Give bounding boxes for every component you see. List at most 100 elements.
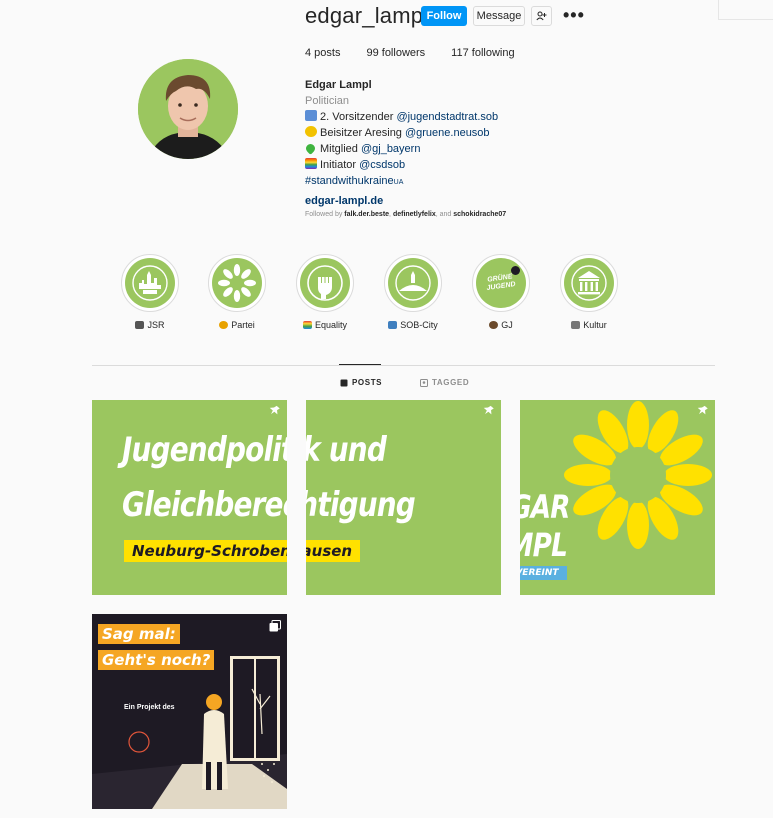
mention-link[interactable]: @jugendstadtrat.sob — [396, 111, 498, 123]
highlight-equality[interactable]: Equality — [285, 254, 365, 330]
full-name: Edgar Lampl — [305, 79, 372, 91]
tab-posts-label: POSTS — [352, 378, 383, 387]
highlight-label-text: SOB-City — [400, 320, 438, 330]
highlight-partei[interactable]: Partei — [197, 254, 277, 330]
mention-link[interactable]: @gruene.neusob — [405, 127, 490, 139]
post-banner: #ALLESVEREINT — [520, 566, 567, 580]
post-banner: Neuburg-Schrobenhausen — [124, 540, 287, 562]
grid-icon — [340, 379, 348, 386]
highlight-ring — [208, 254, 266, 312]
active-tab-indicator — [339, 364, 381, 365]
highlight-cover: GRÜNE JUGEND — [476, 258, 526, 308]
followed-by-prefix: Followed by — [305, 211, 345, 218]
post-tile[interactable]: Sag mal: Geht's noch? Ein Projekt des — [92, 614, 287, 809]
profile-stats: 4 posts 99 followers 117 following — [305, 47, 515, 59]
hashtag-suffix: UA — [393, 179, 404, 186]
post-headline: Sag mal: — [98, 624, 180, 644]
pin-icon — [269, 405, 280, 415]
highlight-ring — [121, 254, 179, 312]
message-button[interactable]: Message — [473, 6, 525, 26]
avatar-photo — [138, 59, 238, 159]
green-heart-icon — [304, 142, 317, 155]
rainbow-icon — [305, 158, 317, 169]
post-banner: Neuburg-Schrobenhausen — [306, 540, 361, 562]
sunflower-icon — [218, 264, 256, 302]
follow-button[interactable]: Follow — [421, 6, 467, 26]
raised-fist-icon — [307, 265, 343, 301]
highlight-ring: GRÜNE JUGEND — [472, 254, 530, 312]
highlight-label-text: GJ — [501, 320, 513, 330]
bio-line-1: 2. Vorsitzender @jugendstadtrat.sob — [305, 109, 625, 125]
website-link[interactable]: edgar-lampl.de — [305, 193, 625, 209]
post-tile[interactable]: Jugendpolitik und Gleichberechtigung Neu… — [92, 400, 287, 595]
post-headline: Gleichberechtigung — [306, 485, 416, 525]
mention-link[interactable]: @gj_bayern — [361, 143, 420, 155]
mention-link[interactable]: @csdsob — [359, 159, 405, 171]
highlight-cover — [125, 258, 175, 308]
suggested-accounts-button[interactable] — [531, 6, 552, 26]
sunflower-icon — [305, 126, 317, 137]
grid-gap — [287, 400, 306, 595]
highlight-sob-city[interactable]: SOB-City — [373, 254, 453, 330]
town-icon — [395, 265, 431, 301]
post-caption-small: Ein Projekt des — [124, 704, 175, 711]
tab-tagged[interactable]: TAGGED — [420, 378, 469, 387]
bio-text: Initiator — [320, 159, 360, 171]
highlight-label: Kultur — [549, 320, 629, 330]
tab-posts[interactable]: POSTS — [340, 378, 382, 387]
tab-tagged-label: TAGGED — [432, 378, 470, 387]
hashtag-link[interactable]: #standwithukraine — [305, 175, 394, 187]
follower-link[interactable]: schokidrache07 — [453, 211, 506, 218]
bio-text: Mitglied — [320, 143, 361, 155]
post-headline: Geht's noch? — [98, 650, 215, 670]
followers-link[interactable]: 99 followers — [366, 47, 425, 59]
highlight-cover — [388, 258, 438, 308]
highlight-jsr[interactable]: JSR — [110, 254, 190, 330]
building-emoji-icon — [135, 321, 145, 329]
bio-text: Beisitzer Aresing — [320, 127, 405, 139]
bio-line-2: Beisitzer Aresing @gruene.neusob — [305, 125, 625, 141]
grid-gap — [501, 400, 520, 595]
highlight-kultur[interactable]: Kultur — [549, 254, 629, 330]
gruene-jugend-logo-icon: GRÜNE JUGEND — [485, 273, 517, 293]
highlight-label: SOB-City — [373, 320, 453, 330]
highlight-label-text: Equality — [314, 320, 348, 330]
highlight-ring — [296, 254, 354, 312]
highlight-cover — [564, 258, 614, 308]
avatar[interactable] — [138, 59, 238, 159]
pin-icon — [697, 405, 708, 415]
following-link[interactable]: 117 following — [451, 47, 514, 59]
post-headline: EDGAR — [520, 488, 570, 526]
followed-by-text: Followed by falk.der.beste, definetlyfel… — [305, 211, 506, 218]
bio-text: 2. Vorsitzender — [320, 111, 397, 123]
post-headline: Jugendpolitik und — [122, 430, 287, 470]
highlight-ring — [384, 254, 442, 312]
follower-link[interactable]: falk.der.beste — [344, 211, 389, 218]
highlight-label-text: Kultur — [583, 320, 607, 330]
post-tile[interactable]: Jugendpolitik und Gleichberechtigung Neu… — [306, 400, 501, 595]
highlight-label-text: Partei — [231, 320, 255, 330]
city-emoji-icon — [388, 321, 398, 329]
bio-line-4: Initiator @csdsob — [305, 157, 625, 173]
sunflower-dot-icon — [511, 266, 520, 275]
post-headline: LAMPL — [520, 526, 568, 564]
follower-link[interactable]: definetlyfelix — [393, 211, 436, 218]
city-skyline-icon — [132, 265, 168, 301]
hashtag-line: #standwithukraineUA — [305, 173, 625, 191]
pin-icon — [483, 405, 494, 415]
post-tile[interactable]: EDGAR LAMPL #ALLESVEREINT — [520, 400, 715, 595]
highlight-label: JSR — [110, 320, 190, 330]
tagged-icon — [420, 378, 428, 387]
highlight-ring — [560, 254, 618, 312]
highlight-label: GJ — [461, 320, 541, 330]
followed-and: , and — [435, 211, 454, 218]
highlight-gj[interactable]: GRÜNE JUGEND GJ — [461, 254, 541, 330]
posts-count: 4 posts — [305, 47, 341, 59]
top-right-panel-edge: 0 / 0 — [718, 0, 773, 20]
more-options-icon[interactable]: ••• — [563, 5, 585, 26]
profile-bio: Edgar Lampl Politician 2. Vorsitzender @… — [304, 77, 625, 209]
highlight-label: Equality — [285, 320, 365, 330]
city-icon — [305, 110, 317, 121]
highlight-label-text: JSR — [147, 320, 165, 330]
bio-line-3: Mitglied @gj_bayern — [304, 141, 625, 157]
